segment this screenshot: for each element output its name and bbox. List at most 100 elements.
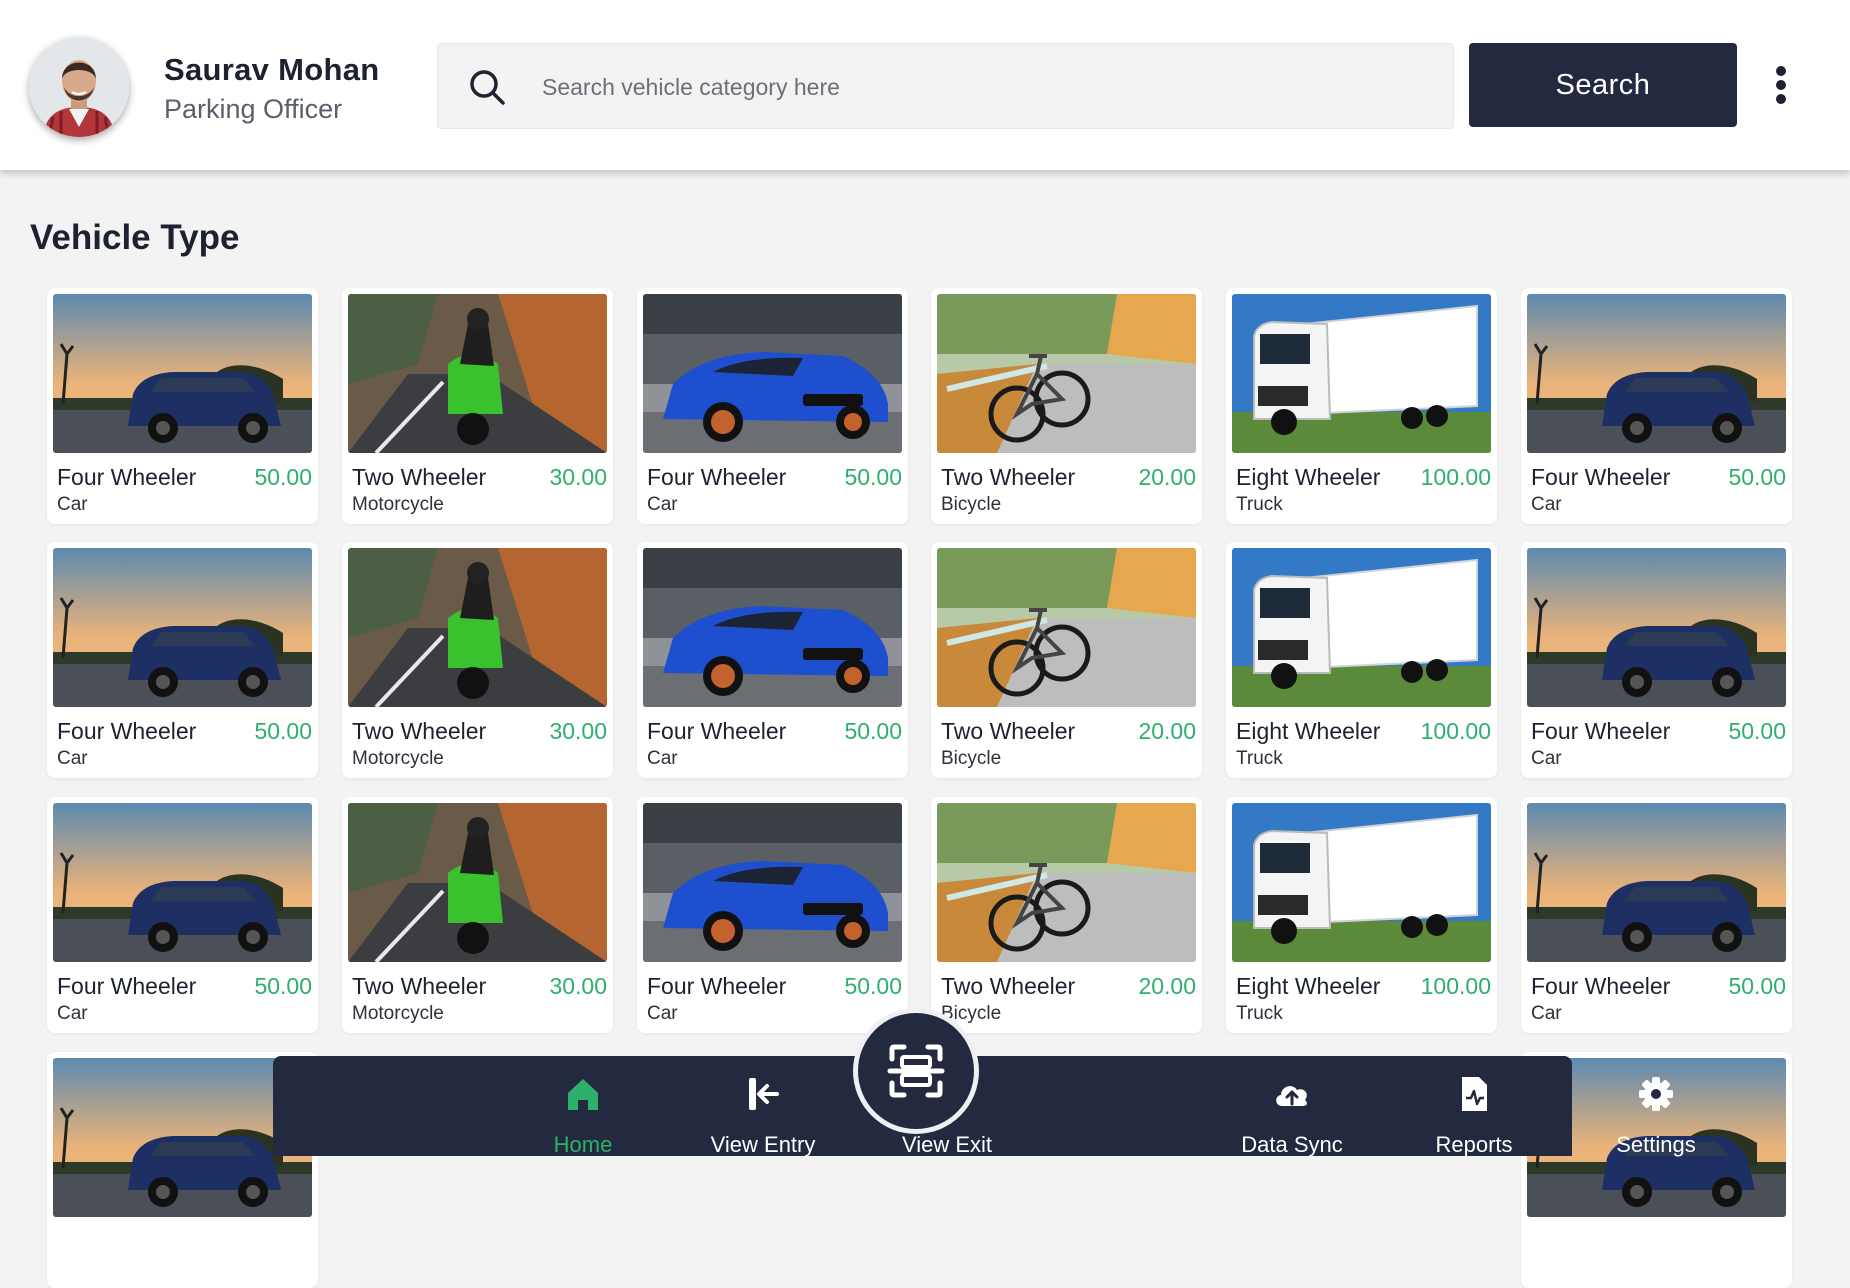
more-options-icon[interactable] bbox=[1768, 60, 1794, 110]
nav-settings[interactable]: Settings bbox=[1586, 1074, 1726, 1164]
nav-label: View Entry bbox=[710, 1132, 816, 1157]
vehicle-price: 50.00 bbox=[254, 718, 312, 744]
vehicle-type-card[interactable]: Four Wheeler 50.00 Car bbox=[1521, 797, 1792, 1033]
vehicle-category: Two Wheeler bbox=[352, 464, 487, 490]
vehicle-subtype: Truck bbox=[1236, 748, 1283, 769]
vehicle-type-card[interactable]: Two Wheeler 30.00 Motorcycle bbox=[342, 797, 613, 1033]
user-name: Saurav Mohan bbox=[164, 52, 380, 87]
vehicle-price: 50.00 bbox=[844, 464, 902, 490]
vehicle-category: Four Wheeler bbox=[57, 464, 197, 490]
vehicle-image bbox=[1527, 803, 1786, 962]
vehicle-subtype: Car bbox=[57, 494, 88, 515]
entry-icon bbox=[749, 1078, 779, 1110]
home-icon bbox=[568, 1079, 598, 1110]
vehicle-subtype: Motorcycle bbox=[352, 494, 444, 515]
vehicle-category: Four Wheeler bbox=[647, 464, 787, 490]
vehicle-subtype: Motorcycle bbox=[352, 1003, 444, 1024]
vehicle-type-card[interactable]: Four Wheeler 50.00 Car bbox=[637, 542, 908, 778]
nav-home[interactable]: Home bbox=[513, 1074, 653, 1164]
vehicle-subtype: Car bbox=[647, 494, 678, 515]
vehicle-type-card[interactable]: Four Wheeler 50.00 Car bbox=[47, 797, 318, 1033]
vehicle-image bbox=[643, 548, 902, 707]
vehicle-price: 50.00 bbox=[1728, 464, 1786, 490]
vehicle-price: 100.00 bbox=[1420, 718, 1491, 744]
vehicle-price: 100.00 bbox=[1420, 464, 1491, 490]
vehicle-price: 30.00 bbox=[549, 973, 607, 999]
vehicle-category: Four Wheeler bbox=[57, 973, 197, 999]
vehicle-subtype: Car bbox=[1531, 494, 1562, 515]
nav-view-entry[interactable]: View Entry bbox=[693, 1074, 833, 1164]
vehicle-category: Four Wheeler bbox=[647, 718, 787, 744]
vehicle-type-card[interactable]: Four Wheeler 50.00 Car bbox=[1521, 542, 1792, 778]
vehicle-subtype: Car bbox=[57, 748, 88, 769]
vehicle-type-card[interactable]: Two Wheeler 20.00 Bicycle bbox=[931, 288, 1202, 524]
vehicle-category: Two Wheeler bbox=[941, 973, 1076, 999]
gear-icon bbox=[1639, 1077, 1673, 1111]
nav-label: Home bbox=[553, 1132, 613, 1157]
vehicle-price: 50.00 bbox=[1728, 718, 1786, 744]
vehicle-price: 50.00 bbox=[844, 718, 902, 744]
vehicle-price: 20.00 bbox=[1138, 718, 1196, 744]
scan-icon bbox=[887, 1044, 945, 1098]
vehicle-subtype: Bicycle bbox=[941, 748, 1002, 769]
vehicle-image bbox=[1527, 294, 1786, 453]
nav-label: Reports bbox=[1435, 1132, 1513, 1157]
vehicle-price: 30.00 bbox=[549, 464, 607, 490]
vehicle-type-card[interactable]: Two Wheeler 30.00 Motorcycle bbox=[342, 542, 613, 778]
vehicle-type-card[interactable]: Four Wheeler 50.00 Car bbox=[637, 288, 908, 524]
section-title: Vehicle Type bbox=[30, 218, 240, 257]
vehicle-category: Two Wheeler bbox=[352, 718, 487, 744]
vehicle-price: 50.00 bbox=[844, 973, 902, 999]
vehicle-image bbox=[53, 803, 312, 962]
vehicle-type-card[interactable]: Four Wheeler 50.00 Car bbox=[637, 797, 908, 1033]
vehicle-category: Four Wheeler bbox=[1531, 973, 1671, 999]
search-input[interactable] bbox=[540, 44, 1434, 130]
vehicle-type-card[interactable]: Two Wheeler 20.00 Bicycle bbox=[931, 797, 1202, 1033]
vehicle-type-card[interactable]: Eight Wheeler 100.00 Truck bbox=[1226, 542, 1497, 778]
vehicle-subtype: Car bbox=[57, 1003, 88, 1024]
vehicle-subtype: Car bbox=[1531, 1003, 1562, 1024]
vehicle-subtype: Bicycle bbox=[941, 494, 1002, 515]
vehicle-image bbox=[1232, 548, 1491, 707]
nav-label: View Exit bbox=[901, 1132, 993, 1157]
nav-label: Data Sync bbox=[1241, 1132, 1343, 1157]
nav-data-sync[interactable]: Data Sync bbox=[1222, 1074, 1362, 1164]
vehicle-price: 50.00 bbox=[254, 973, 312, 999]
avatar-image bbox=[29, 37, 129, 137]
vehicle-type-card[interactable]: Four Wheeler 50.00 Car bbox=[47, 542, 318, 778]
vehicle-image bbox=[1232, 294, 1491, 453]
vehicle-image bbox=[643, 294, 902, 453]
vehicle-subtype: Car bbox=[647, 748, 678, 769]
vehicle-image bbox=[1527, 548, 1786, 707]
report-icon bbox=[1462, 1077, 1487, 1111]
vehicle-image bbox=[348, 548, 607, 707]
nav-label: Settings bbox=[1616, 1132, 1696, 1157]
vehicle-price: 20.00 bbox=[1138, 464, 1196, 490]
vehicle-image bbox=[937, 548, 1196, 707]
scan-button[interactable] bbox=[858, 1013, 974, 1129]
search-icon bbox=[470, 70, 505, 105]
vehicle-subtype: Car bbox=[1531, 748, 1562, 769]
avatar[interactable] bbox=[29, 37, 129, 137]
vehicle-type-card[interactable]: Four Wheeler 50.00 Car bbox=[47, 288, 318, 524]
vehicle-price: 100.00 bbox=[1420, 973, 1491, 999]
search-bar bbox=[437, 43, 1454, 130]
vehicle-type-card[interactable]: Eight Wheeler 100.00 Truck bbox=[1226, 797, 1497, 1033]
vehicle-category: Eight Wheeler bbox=[1236, 973, 1381, 999]
vehicle-price: 50.00 bbox=[1728, 973, 1786, 999]
vehicle-category: Eight Wheeler bbox=[1236, 718, 1381, 744]
cloud-upload-icon bbox=[1276, 1086, 1307, 1106]
nav-reports[interactable]: Reports bbox=[1404, 1074, 1544, 1164]
vehicle-subtype: Bicycle bbox=[941, 1003, 1002, 1024]
vehicle-image bbox=[937, 803, 1196, 962]
vehicle-type-card[interactable]: Eight Wheeler 100.00 Truck bbox=[1226, 288, 1497, 524]
vehicle-image bbox=[937, 294, 1196, 453]
vehicle-image bbox=[53, 548, 312, 707]
vehicle-subtype: Truck bbox=[1236, 494, 1283, 515]
header: Saurav Mohan Parking Officer Search bbox=[0, 0, 1850, 170]
vehicle-type-card[interactable]: Two Wheeler 20.00 Bicycle bbox=[931, 542, 1202, 778]
vehicle-type-card[interactable]: Four Wheeler 50.00 Car bbox=[1521, 288, 1792, 524]
vehicle-type-card[interactable]: Two Wheeler 30.00 Motorcycle bbox=[342, 288, 613, 524]
vehicle-category: Two Wheeler bbox=[941, 464, 1076, 490]
search-button[interactable]: Search bbox=[1469, 43, 1737, 127]
